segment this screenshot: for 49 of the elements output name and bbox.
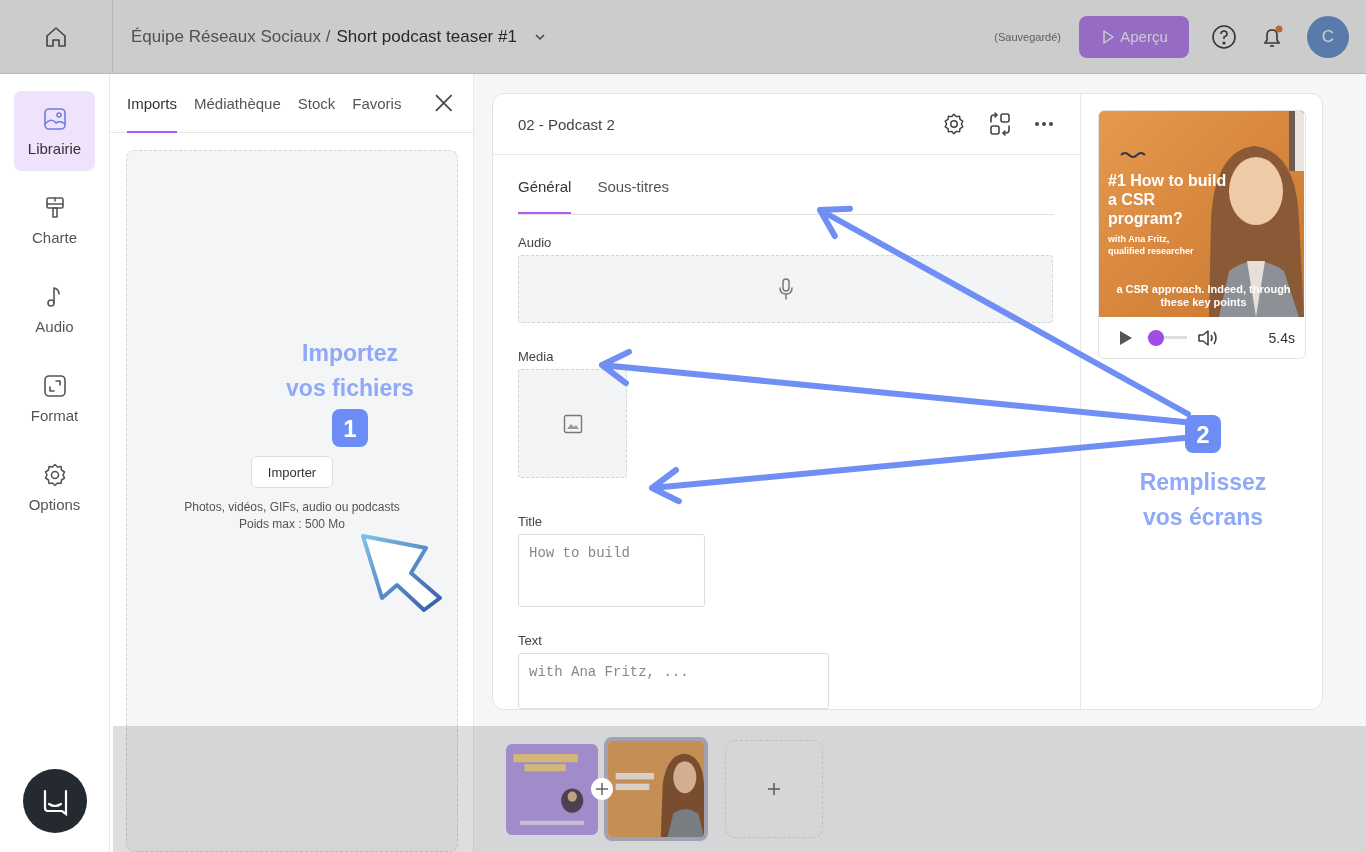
field-label: Text — [518, 633, 542, 648]
screen-title: 02 - Podcast 2 — [518, 115, 615, 133]
breadcrumb-project[interactable]: Short podcast teaser #1 — [336, 26, 517, 47]
home-icon[interactable] — [44, 24, 68, 49]
annotation-text: vos écrans — [1142, 503, 1264, 532]
image-icon — [562, 413, 583, 434]
step-badge: 1 — [332, 409, 368, 447]
library-tab[interactable]: Stock — [297, 73, 336, 133]
volume-icon[interactable] — [1197, 328, 1219, 347]
nav-item[interactable]: Options — [14, 447, 95, 527]
library-tab[interactable]: Médiathèque — [194, 73, 281, 133]
help-icon[interactable] — [1211, 23, 1237, 50]
image-icon — [41, 105, 68, 132]
save-status: (Sauvegardé) — [994, 30, 1061, 43]
preview-heading: #1 How to build a CSR program? — [1108, 171, 1228, 228]
play-icon — [1100, 28, 1117, 45]
import-button[interactable]: Importer — [250, 456, 334, 488]
duration-label: 5.4s — [1268, 329, 1295, 346]
nav-item[interactable]: Format — [14, 358, 95, 438]
plus-icon — [767, 782, 781, 796]
nav-item[interactable]: Audio — [14, 269, 95, 349]
annotation-text: Remplissez — [1139, 468, 1267, 497]
field-label: Title — [518, 514, 543, 529]
resize-icon — [41, 372, 68, 399]
library-tab[interactable]: Imports — [127, 73, 177, 133]
nav-item[interactable]: Librairie — [14, 91, 95, 171]
breadcrumb-team[interactable]: Équipe Réseaux Sociaux / — [131, 26, 331, 47]
step-badge: 2 — [1185, 415, 1221, 453]
annotation-text: vos fichiers — [286, 374, 414, 403]
editor-tab[interactable]: Sous-titres — [597, 171, 670, 214]
preview-byline: with Ana Fritz, qualified researcher — [1108, 233, 1195, 257]
text-field[interactable]: with Ana Fritz, ... — [518, 653, 829, 709]
nav-item[interactable]: Charte — [14, 180, 95, 260]
more-icon[interactable] — [1034, 121, 1054, 127]
audio-dropzone[interactable] — [518, 255, 1053, 323]
field-label: Media — [518, 349, 554, 364]
play-icon[interactable] — [1119, 329, 1133, 346]
close-icon[interactable] — [435, 94, 453, 112]
library-tab[interactable]: Favoris — [352, 73, 402, 133]
annotation-text: Importez — [302, 339, 398, 368]
microphone-icon — [777, 278, 794, 300]
upload-hint: Photos, vidéos, GIFs, audio ou podcasts — [184, 499, 400, 516]
editor-tab[interactable]: Général — [518, 171, 572, 214]
field-label: Audio — [518, 235, 552, 250]
progress-thumb[interactable] — [1147, 329, 1164, 346]
swap-icon[interactable] — [988, 112, 1012, 136]
text-field[interactable]: How to build — [518, 534, 705, 607]
settings-icon[interactable] — [942, 112, 966, 136]
upload-hint: Poids max : 500 Mo — [237, 516, 347, 533]
